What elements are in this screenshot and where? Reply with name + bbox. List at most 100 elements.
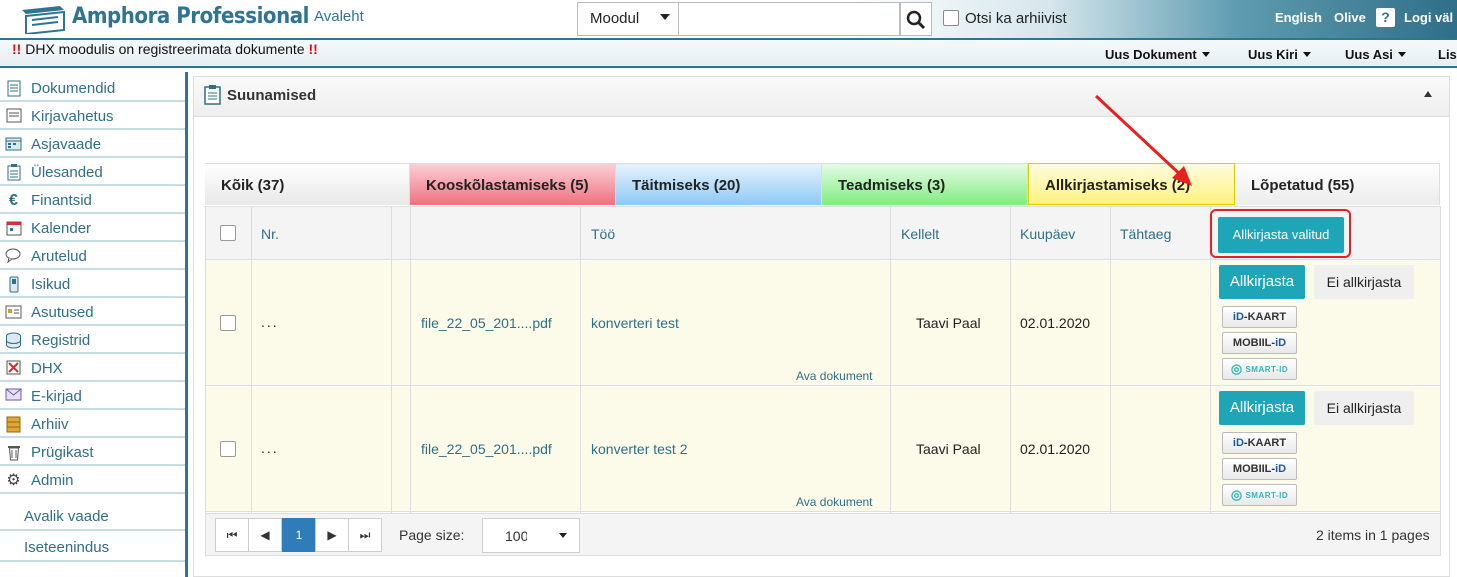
smart-id-sign-button[interactable]: ◎ SMART-ID <box>1222 484 1297 506</box>
home-link[interactable]: Avaleht <box>314 8 364 25</box>
row-work-link[interactable]: konverteri test <box>591 315 679 331</box>
menu-new-document[interactable]: Uus Dokument <box>1105 47 1210 62</box>
id-card-sign-button[interactable]: iD-KAART <box>1222 432 1297 454</box>
mobile-id-sign-button[interactable]: MOBIIL-iD <box>1222 332 1297 354</box>
badge-text: iD <box>1275 337 1287 349</box>
decline-sign-button[interactable]: Ei allkirjasta <box>1314 391 1414 425</box>
tab-taitmiseks[interactable]: Täitmiseks (20) <box>616 163 822 205</box>
page-size-select[interactable]: 100 <box>482 518 580 553</box>
sidebar-item-prugikast[interactable]: Prügikast <box>0 438 185 466</box>
search-input[interactable] <box>679 2 900 36</box>
clipboard-icon <box>5 164 22 181</box>
sidebar-item-avalik-vaade[interactable]: Avalik vaade <box>0 500 185 531</box>
phone-icon <box>5 276 22 293</box>
archive-label[interactable]: Otsi ka arhiivist <box>965 10 1067 27</box>
logo-icon[interactable] <box>20 4 66 34</box>
column-header-nr[interactable]: Nr. <box>261 226 279 242</box>
collapse-icon[interactable] <box>1424 91 1432 97</box>
sidebar-label: Asutused <box>31 304 94 321</box>
logout-link[interactable]: Logi väl <box>1404 10 1453 25</box>
sidebar-label: Admin <box>31 472 74 489</box>
open-document-link[interactable]: Ava dokument <box>796 369 873 383</box>
badge-text: iD <box>1232 437 1244 449</box>
sidebar-item-arutelud[interactable]: Arutelud <box>0 242 185 270</box>
euro-icon: € <box>9 192 18 209</box>
column-header-kellelt[interactable]: Kellelt <box>901 226 939 242</box>
column-header-too[interactable]: Töö <box>591 226 615 242</box>
sidebar-label: Isikud <box>31 276 71 293</box>
annotation-highlight-box <box>1210 209 1351 258</box>
row-from: Taavi Paal <box>916 315 981 331</box>
tab-teadmiseks[interactable]: Teadmiseks (3) <box>822 163 1028 205</box>
page-size-label: Page size: <box>399 527 465 543</box>
column-divider <box>890 207 891 513</box>
chevron-down-icon <box>1201 52 1210 57</box>
menu-new-letter[interactable]: Uus Kiri <box>1248 47 1311 62</box>
sidebar-item-kirjavahetus[interactable]: Kirjavahetus <box>0 102 185 130</box>
row-file-link[interactable]: file_22_05_201....pdf <box>421 315 552 331</box>
menu-new-case[interactable]: Uus Asi <box>1345 47 1406 62</box>
next-page-icon[interactable]: ▶ <box>315 518 349 552</box>
panel-header[interactable] <box>194 77 1449 117</box>
page-number-current[interactable]: 1 <box>282 518 316 552</box>
envelope-icon <box>5 388 22 405</box>
row-file-link[interactable]: file_22_05_201....pdf <box>421 441 552 457</box>
first-page-icon[interactable]: ⏮ <box>215 518 249 552</box>
select-all-checkbox[interactable] <box>220 225 236 241</box>
badge-text: iD <box>1275 463 1287 475</box>
column-header-kuupaev[interactable]: Kuupäev <box>1020 226 1075 242</box>
id-card-sign-button[interactable]: iD-KAART <box>1222 306 1297 328</box>
prev-page-icon[interactable]: ◀ <box>248 518 282 552</box>
sidebar-item-e-kirjad[interactable]: E-kirjad <box>0 382 185 410</box>
annotation-arrow-icon <box>1094 94 1192 186</box>
sidebar-item-registrid[interactable]: Registrid <box>0 326 185 354</box>
sidebar-label: Arhiiv <box>31 416 69 433</box>
search-button[interactable] <box>900 2 932 36</box>
sidebar-item-asutused[interactable]: Asutused <box>0 298 185 326</box>
mobile-id-sign-button[interactable]: MOBIIL-iD <box>1222 458 1297 480</box>
column-header-tahtaeg[interactable]: Tähtaeg <box>1120 226 1171 242</box>
sidebar-item-admin[interactable]: ⚙ Admin <box>0 466 185 494</box>
folder-view-icon <box>5 136 22 153</box>
language-link[interactable]: English <box>1275 10 1322 25</box>
sidebar-label: Kalender <box>31 220 92 237</box>
sidebar-item-arhiiv[interactable]: Arhiiv <box>0 410 185 438</box>
sidebar-label: Iseteenindus <box>24 539 110 556</box>
brand-name[interactable]: Amphora Professional <box>72 4 309 29</box>
module-select[interactable]: Moodul <box>577 2 679 36</box>
sidebar-item-ulesanded[interactable]: Ülesanded <box>0 158 185 186</box>
tab-lopetatud[interactable]: Lõpetatud (55) <box>1235 163 1440 205</box>
row-work-link[interactable]: konverter test 2 <box>591 441 688 457</box>
user-name[interactable]: Olive <box>1334 10 1366 25</box>
smart-id-sign-button[interactable]: ◎ SMART-ID <box>1222 358 1297 380</box>
sidebar-item-asjavaade[interactable]: Asjavaade <box>0 130 185 158</box>
sidebar-item-finantsid[interactable]: € Finantsid <box>0 186 185 214</box>
sidebar-item-iseteenindus[interactable]: Iseteenindus <box>0 531 185 562</box>
sign-button[interactable]: Allkirjasta <box>1219 265 1305 299</box>
badge-text: MOBIIL- <box>1232 337 1276 349</box>
last-page-icon[interactable]: ⏭ <box>348 518 382 552</box>
menu-more[interactable]: Lis <box>1438 47 1457 62</box>
pager-info: 2 items in 1 pages <box>1316 527 1430 543</box>
notice-text: DHX moodulis on registreerimata dokument… <box>25 41 305 57</box>
open-document-link[interactable]: Ava dokument <box>796 495 873 509</box>
sidebar-item-dokumendid[interactable]: Dokumendid <box>0 74 185 102</box>
sidebar-item-kalender[interactable]: Kalender <box>0 214 185 242</box>
sidebar-item-isikud[interactable]: Isikud <box>0 270 185 298</box>
sidebar-item-dhx[interactable]: DHX <box>0 354 185 382</box>
tab-koik[interactable]: Kõik (37) <box>205 163 410 205</box>
badge-text: SMART-ID <box>1245 365 1289 374</box>
row-checkbox[interactable] <box>220 441 236 457</box>
tab-kooskolastamiseks[interactable]: Kooskõlastamiseks (5) <box>410 163 616 205</box>
archive-checkbox[interactable] <box>943 10 959 26</box>
row-nr: ... <box>261 314 279 330</box>
sidebar-label: Asjavaade <box>31 136 102 153</box>
dhx-notice[interactable]: !! DHX moodulis on registreerimata dokum… <box>12 41 318 57</box>
decline-sign-button[interactable]: Ei allkirjasta <box>1314 265 1414 299</box>
sign-button[interactable]: Allkirjasta <box>1219 391 1305 425</box>
help-icon[interactable]: ? <box>1376 8 1395 27</box>
row-from: Taavi Paal <box>916 441 981 457</box>
row-checkbox[interactable] <box>220 315 236 331</box>
menu-label: Lis <box>1438 47 1457 62</box>
column-divider <box>410 207 411 513</box>
